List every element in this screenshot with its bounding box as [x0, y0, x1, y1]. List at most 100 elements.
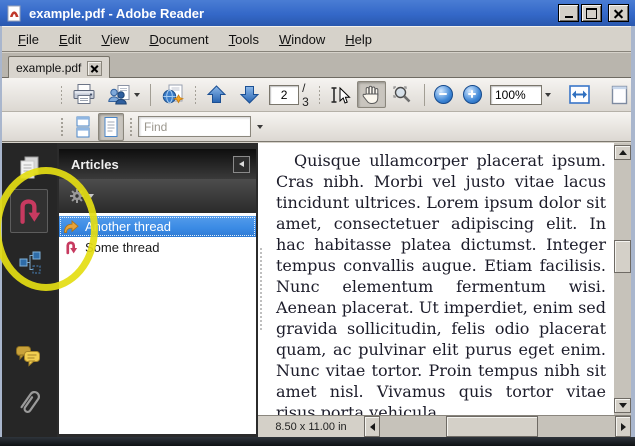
select-tool-button[interactable]	[325, 82, 355, 108]
window-bottom-frame	[0, 437, 635, 446]
zoom-out-icon	[434, 85, 453, 104]
maximize-button[interactable]	[581, 4, 602, 22]
comments-nav-button[interactable]	[13, 341, 43, 371]
window-right-frame	[631, 26, 635, 446]
vertical-scrollbar[interactable]	[614, 143, 631, 415]
close-icon	[614, 9, 623, 18]
tab-bar: example.pdf	[2, 53, 633, 78]
zoom-marquee-icon	[392, 85, 414, 105]
options-dropdown-caret	[88, 194, 94, 198]
options-button[interactable]	[67, 186, 96, 206]
tab-close-icon	[91, 65, 98, 72]
zoom-level-input[interactable]	[490, 85, 542, 105]
tab-close-button[interactable]	[87, 61, 102, 76]
document-page[interactable]: Quisque ullamcorper placerat ipsum. Cras…	[258, 143, 614, 415]
navigation-sidebar	[2, 143, 58, 437]
article-item-some-thread[interactable]: Some thread	[59, 237, 256, 258]
toolbar-grip[interactable]	[194, 85, 196, 105]
select-tool-icon	[329, 85, 351, 105]
minimize-button[interactable]	[558, 4, 579, 22]
article-item-another-thread[interactable]: Another thread	[59, 216, 256, 237]
menu-document[interactable]: Document	[139, 29, 218, 50]
scroll-down-icon	[619, 403, 627, 408]
scroll-left-button[interactable]	[364, 416, 380, 437]
layers-nav-button[interactable]	[15, 247, 45, 277]
menu-edit[interactable]: Edit	[49, 29, 91, 50]
collapse-panel-icon	[239, 161, 244, 167]
collapse-panel-button[interactable]	[233, 156, 250, 173]
zoom-out-button[interactable]	[430, 82, 457, 107]
menu-help[interactable]: Help	[335, 29, 382, 50]
page-display-toolbar	[2, 112, 633, 142]
hand-tool-icon	[361, 84, 382, 105]
pages-nav-button[interactable]	[15, 154, 45, 184]
horizontal-scrollbar-thumb[interactable]	[446, 416, 538, 437]
pdf-app-icon	[6, 5, 23, 22]
tab-example-pdf[interactable]: example.pdf	[8, 56, 110, 79]
options-gear-icon	[69, 188, 85, 204]
main-area: Articles Another thread	[0, 143, 635, 437]
horizontal-scrollbar[interactable]	[364, 416, 631, 437]
create-pdf-online-button[interactable]	[156, 81, 189, 109]
single-page-mode-icon	[102, 116, 120, 138]
window-title: example.pdf - Adobe Reader	[29, 6, 558, 21]
menu-tools[interactable]: Tools	[219, 29, 269, 50]
find-dropdown-caret	[257, 125, 263, 129]
comments-nav-icon	[15, 344, 41, 368]
article-item-label: Some thread	[85, 240, 159, 255]
close-button[interactable]	[608, 4, 629, 22]
menu-view[interactable]: View	[91, 29, 139, 50]
share-dropdown-caret	[134, 93, 140, 97]
status-bar: 8.50 x 11.00 in	[258, 415, 631, 437]
titlebar: example.pdf - Adobe Reader	[0, 0, 635, 26]
toolbar-grip[interactable]	[60, 85, 62, 105]
page-number-input[interactable]	[269, 85, 299, 105]
articles-nav-button[interactable]	[10, 189, 48, 233]
adobe-reader-window: example.pdf - Adobe Reader File Edit Vie…	[0, 0, 635, 446]
next-page-button[interactable]	[234, 81, 265, 108]
articles-panel-title: Articles	[59, 157, 233, 172]
scrolling-mode-button[interactable]	[70, 113, 96, 141]
find-dropdown-button[interactable]	[251, 117, 265, 136]
window-left-frame	[0, 26, 2, 446]
article-thread-icon	[63, 240, 79, 256]
scroll-right-button[interactable]	[615, 416, 631, 437]
fit-width-icon	[569, 85, 590, 104]
scroll-left-icon	[370, 423, 375, 431]
articles-list: Another thread Some thread	[59, 213, 256, 434]
toolbar-grip[interactable]	[129, 117, 134, 137]
toolbar-grip[interactable]	[60, 117, 65, 137]
article-item-label: Another thread	[85, 219, 171, 234]
scrolling-mode-icon	[74, 116, 92, 138]
toolbar-grip[interactable]	[318, 85, 320, 105]
share-button[interactable]	[103, 81, 144, 109]
zoom-in-button[interactable]	[459, 82, 486, 107]
scroll-up-button[interactable]	[614, 145, 631, 160]
thread-follow-arrow-icon	[63, 219, 79, 235]
scroll-down-button[interactable]	[614, 398, 631, 413]
fit-width-button[interactable]	[565, 82, 594, 107]
fit-page-button[interactable]	[607, 82, 632, 108]
zoom-marquee-button[interactable]	[388, 82, 418, 108]
attachments-nav-button[interactable]	[15, 387, 45, 417]
previous-page-icon	[205, 84, 228, 105]
find-input[interactable]	[138, 116, 251, 137]
main-toolbar: / 3	[2, 78, 633, 112]
print-button[interactable]	[67, 80, 101, 109]
menu-file[interactable]: File	[8, 29, 49, 50]
menu-window[interactable]: Window	[269, 29, 335, 50]
previous-page-button[interactable]	[201, 81, 232, 108]
zoom-dropdown-caret[interactable]	[545, 93, 551, 97]
single-page-mode-button[interactable]	[98, 113, 124, 141]
articles-panel-header: Articles	[59, 149, 256, 179]
articles-nav-icon	[16, 196, 42, 226]
panel-splitter-grip[interactable]	[259, 247, 263, 331]
articles-panel: Articles Another thread	[57, 143, 258, 437]
create-pdf-online-icon	[160, 84, 185, 106]
hand-tool-button[interactable]	[357, 81, 386, 108]
print-icon	[71, 83, 97, 106]
menubar: File Edit View Document Tools Window Hel…	[2, 26, 633, 52]
page-total-label: / 3	[302, 81, 310, 109]
window-controls	[558, 4, 629, 22]
vertical-scrollbar-thumb[interactable]	[614, 240, 631, 273]
